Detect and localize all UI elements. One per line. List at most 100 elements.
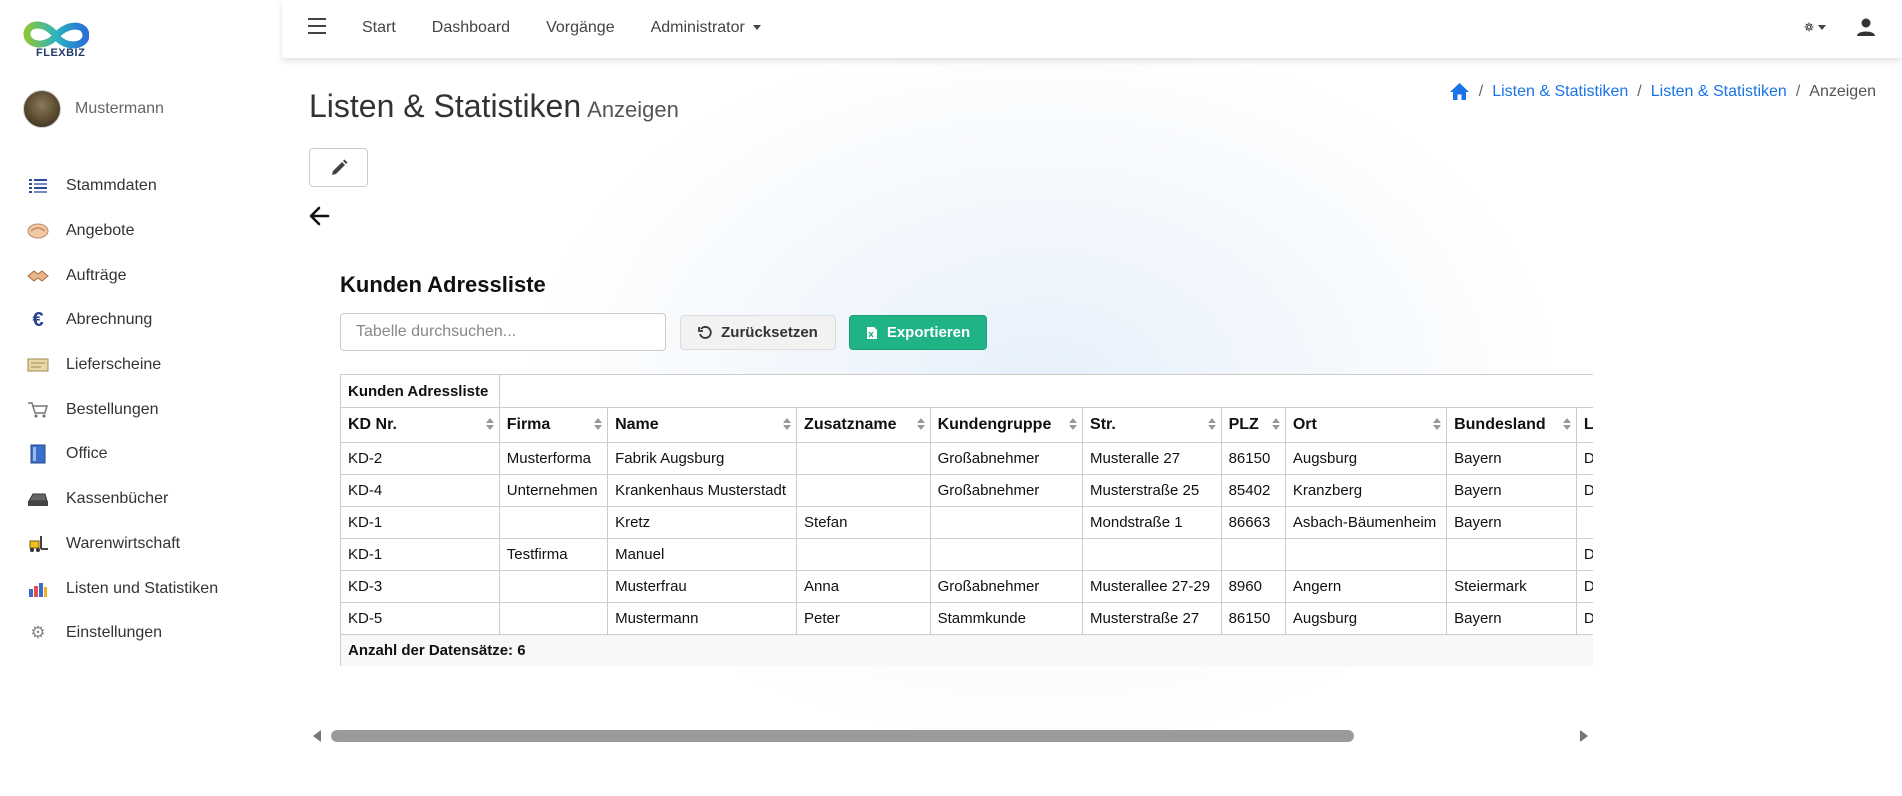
table-cell: Unternehmen xyxy=(498,474,609,507)
table-row[interactable]: KD-1 Kretz Stefan Mondstraße 1 86663 Asbach-B… xyxy=(340,506,1593,539)
breadcrumb-separator: / xyxy=(1795,82,1801,100)
table-row[interactable]: KD-1TestfirmaManuel DE xyxy=(340,538,1593,571)
column-header[interactable]: Land xyxy=(1575,407,1593,443)
theme-settings-button[interactable] xyxy=(1804,16,1826,38)
sort-icon[interactable] xyxy=(1069,418,1077,430)
table-cell: 86150 xyxy=(1220,602,1286,635)
nav-start[interactable]: Start xyxy=(362,19,396,37)
sidebar-item-bestellungen[interactable]: Bestellungen xyxy=(27,387,277,432)
scroll-left-icon[interactable] xyxy=(313,730,321,742)
sidebar-item-auftraege[interactable]: Aufträge xyxy=(27,253,277,298)
sidebar-item-office[interactable]: Office xyxy=(27,432,277,477)
table-cell xyxy=(796,442,931,475)
table-row[interactable]: KD-4 Unternehmen Krankenhaus Musterstadt Gr… xyxy=(340,474,1593,507)
column-header[interactable]: KD Nr. xyxy=(340,407,500,443)
sidebar-item-stammdaten[interactable]: Stammdaten xyxy=(27,164,277,209)
sort-icon[interactable] xyxy=(1563,418,1571,430)
nav-administrator[interactable]: Administrator xyxy=(651,19,761,37)
table-body: KD-2 Musterforma Fabrik Augsburg Großabnehm… xyxy=(340,442,1593,635)
table-scroll-container[interactable]: Kunden Adressliste KD Nr. Firma Name Zusatz… xyxy=(340,374,1593,666)
sort-icon[interactable] xyxy=(486,418,494,430)
reset-button[interactable]: Zurücksetzen xyxy=(680,315,836,350)
table-cell: Krankenhaus Musterstadt xyxy=(607,474,798,507)
table-row[interactable]: KD-3 Musterfrau Anna Großabnehmer Musteralle… xyxy=(340,570,1593,603)
page-title-text: Listen & Statistiken xyxy=(309,88,582,124)
deal-icon xyxy=(27,265,49,287)
register-icon xyxy=(27,488,49,510)
sidebar-item-warenwirtschaft[interactable]: Warenwirtschaft xyxy=(27,522,277,567)
table-cell: 85402 xyxy=(1220,474,1286,507)
nav-vorgaenge[interactable]: Vorgänge xyxy=(546,19,615,37)
table-cell xyxy=(498,570,609,603)
sort-icon[interactable] xyxy=(594,418,602,430)
table-cell: KD-1 xyxy=(340,538,500,571)
sidebar-item-lieferscheine[interactable]: Lieferscheine xyxy=(27,343,277,388)
table-row[interactable]: KD-5 Mustermann Peter Stammkunde Musterstraß… xyxy=(340,602,1593,635)
column-header[interactable]: Zusatzname xyxy=(796,407,931,443)
table-cell: Musterfrau xyxy=(607,570,798,603)
table-cell: Musterstraße 25 xyxy=(1082,474,1222,507)
table-cell: Großabnehmer xyxy=(929,570,1084,603)
sidebar-nav: Stammdaten Angebote Aufträge € Abrechnun… xyxy=(27,164,277,656)
column-header[interactable]: Ort xyxy=(1284,407,1448,443)
table-cell: KD-4 xyxy=(340,474,500,507)
table-cell: Testfirma xyxy=(498,538,609,571)
column-header[interactable]: Str. xyxy=(1082,407,1222,443)
column-header[interactable]: Bundesland xyxy=(1446,407,1577,443)
scrollbar-thumb[interactable] xyxy=(331,730,1354,742)
back-arrow-icon[interactable] xyxy=(308,205,330,227)
user-profile[interactable]: Mustermann xyxy=(23,90,164,128)
table-caption-row: Kunden Adressliste xyxy=(340,374,1593,408)
table-cell: Augsburg xyxy=(1284,602,1448,635)
sidebar-item-angebote[interactable]: Angebote xyxy=(27,209,277,254)
nav-dashboard[interactable]: Dashboard xyxy=(432,19,510,37)
menu-toggle-icon[interactable] xyxy=(308,18,326,34)
sort-icon[interactable] xyxy=(917,418,925,430)
breadcrumb-item[interactable]: Listen & Statistiken xyxy=(1651,83,1787,101)
table-cell xyxy=(796,538,931,571)
home-icon[interactable] xyxy=(1449,82,1470,101)
scroll-right-icon[interactable] xyxy=(1580,730,1588,742)
table-cell: 86150 xyxy=(1220,442,1286,475)
nav-administrator-label: Administrator xyxy=(650,19,745,36)
sidebar-item-listen-statistiken[interactable]: Listen und Statistiken xyxy=(27,566,277,611)
column-header[interactable]: PLZ xyxy=(1220,407,1286,443)
gear-icon xyxy=(1804,22,1814,32)
sidebar-item-kassenbuecher[interactable]: Kassenbücher xyxy=(27,477,277,522)
forklift-icon xyxy=(27,533,49,555)
column-header[interactable]: Firma xyxy=(498,407,609,443)
sidebar-item-label: Office xyxy=(66,445,108,463)
table-cell xyxy=(1446,538,1577,571)
sidebar-item-label: Lieferscheine xyxy=(66,356,162,374)
sidebar-item-label: Einstellungen xyxy=(66,624,163,642)
list-icon xyxy=(27,175,49,197)
table-cell: Peter xyxy=(796,602,931,635)
table-cell: KD-2 xyxy=(340,442,500,475)
sort-icon[interactable] xyxy=(1208,418,1216,430)
edit-button[interactable] xyxy=(309,148,368,187)
table-cell: KD-5 xyxy=(340,602,500,635)
table-cell: Kranzberg xyxy=(1284,474,1448,507)
sidebar-item-abrechnung[interactable]: € Abrechnung xyxy=(27,298,277,343)
table-cell: Anna xyxy=(796,570,931,603)
export-button[interactable]: Exportieren xyxy=(849,315,987,350)
sidebar-item-einstellungen[interactable]: ⚙ Einstellungen xyxy=(27,611,277,656)
table-search-input[interactable] xyxy=(340,313,666,351)
column-header[interactable]: Kundengruppe xyxy=(929,407,1084,443)
column-header-label: Str. xyxy=(1090,416,1116,433)
column-header[interactable]: Name xyxy=(607,407,798,443)
table-cell: Manuel xyxy=(607,538,798,571)
sort-icon[interactable] xyxy=(1433,418,1441,430)
breadcrumb-item[interactable]: Listen & Statistiken xyxy=(1492,83,1628,101)
sort-icon[interactable] xyxy=(783,418,791,430)
sort-icon[interactable] xyxy=(1272,418,1280,430)
user-icon[interactable] xyxy=(1856,17,1876,37)
breadcrumb: / Listen & Statistiken / Listen & Statis… xyxy=(1449,82,1876,101)
table-cell: Bayern xyxy=(1446,602,1577,635)
table-cell: Mondstraße 1 xyxy=(1082,506,1222,539)
column-header-label: Firma xyxy=(506,416,551,433)
horizontal-scrollbar[interactable] xyxy=(313,729,1588,743)
avatar[interactable] xyxy=(23,90,61,128)
table-cell: Bayern xyxy=(1446,506,1577,539)
table-row[interactable]: KD-2 Musterforma Fabrik Augsburg Großabnehm… xyxy=(340,442,1593,475)
